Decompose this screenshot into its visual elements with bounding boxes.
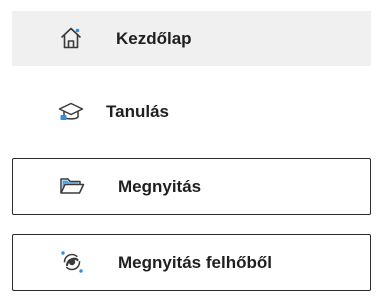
nav-item-label: Tanulás xyxy=(106,102,169,121)
nav-item-label: Kezdőlap xyxy=(116,29,192,48)
backstage-nav: Kezdőlap Tanulás Megnyitás Megnyitás fel… xyxy=(0,0,386,296)
graduation-cap-icon xyxy=(56,97,86,127)
cloud-sync-icon xyxy=(57,247,87,277)
nav-item-home[interactable]: Kezdőlap xyxy=(12,11,371,66)
nav-item-label: Megnyitás felhőből xyxy=(118,253,272,272)
nav-item-label: Megnyitás xyxy=(118,177,202,196)
folder-open-icon xyxy=(57,171,87,201)
nav-item-open-cloud[interactable]: Megnyitás felhőből xyxy=(12,234,371,291)
nav-item-learn[interactable]: Tanulás xyxy=(12,84,371,139)
nav-item-open[interactable]: Megnyitás xyxy=(12,158,371,215)
home-icon xyxy=(56,23,86,53)
